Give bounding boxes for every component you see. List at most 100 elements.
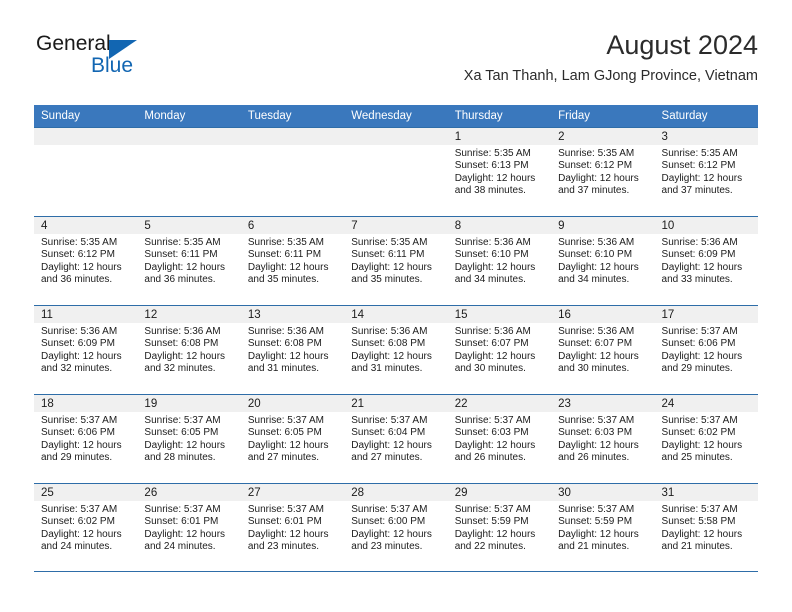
- daylight-text-line1: Daylight: 12 hours: [454, 261, 536, 273]
- page-header: General Blue August 2024 Xa Tan Thanh, L…: [34, 28, 758, 98]
- page-title: August 2024: [606, 30, 758, 60]
- day-cell[interactable]: 20 Sunrise: 5:37 AM Sunset: 6:05 PM Dayl…: [240, 395, 345, 483]
- sunrise-text: Sunrise: 5:37 AM: [454, 504, 531, 515]
- sunrise-text: Sunrise: 5:36 AM: [351, 326, 428, 337]
- sunset-text: Sunset: 6:02 PM: [41, 516, 115, 528]
- sunset-text: Sunset: 6:08 PM: [247, 338, 322, 350]
- day-cell[interactable]: 3 Sunrise: 5:35 AM Sunset: 6:12 PM Dayli…: [654, 128, 758, 216]
- sunrise-text: Sunrise: 5:35 AM: [454, 148, 531, 159]
- day-cell[interactable]: 8 Sunrise: 5:36 AM Sunset: 6:10 PM Dayli…: [447, 217, 552, 305]
- day-cell[interactable]: 19 Sunrise: 5:37 AM Sunset: 6:05 PM Dayl…: [137, 395, 241, 483]
- day-info: Sunrise: 5:35 AM Sunset: 6:13 PM Dayligh…: [448, 145, 551, 198]
- calendar-page: General Blue August 2024 Xa Tan Thanh, L…: [0, 0, 792, 612]
- day-info: Sunrise: 5:37 AM Sunset: 6:06 PM Dayligh…: [655, 323, 758, 376]
- sunrise-text: Sunrise: 5:37 AM: [144, 504, 221, 515]
- sunrise-text: Sunrise: 5:37 AM: [247, 504, 324, 515]
- day-cell[interactable]: 17 Sunrise: 5:37 AM Sunset: 6:06 PM Dayl…: [654, 306, 758, 394]
- day-number: 1: [447, 128, 552, 145]
- day-cell[interactable]: 16 Sunrise: 5:36 AM Sunset: 6:07 PM Dayl…: [551, 306, 655, 394]
- day-cell[interactable]: 31 Sunrise: 5:37 AM Sunset: 5:58 PM Dayl…: [654, 484, 758, 571]
- day-cell[interactable]: 1 Sunrise: 5:35 AM Sunset: 6:13 PM Dayli…: [447, 128, 552, 216]
- day-number: 10: [654, 217, 758, 234]
- day-number: 17: [654, 306, 758, 323]
- daylight-text-line1: Daylight: 12 hours: [41, 350, 122, 362]
- weekday-saturday: Saturday: [661, 110, 708, 122]
- day-number: 16: [551, 306, 655, 323]
- daylight-text-line2: and 27 minutes.: [247, 452, 320, 464]
- day-cell[interactable]: 10 Sunrise: 5:36 AM Sunset: 6:09 PM Dayl…: [654, 217, 758, 305]
- day-cell[interactable]: 14 Sunrise: 5:36 AM Sunset: 6:08 PM Dayl…: [344, 306, 448, 394]
- day-cell[interactable]: 30 Sunrise: 5:37 AM Sunset: 5:59 PM Dayl…: [551, 484, 655, 571]
- day-cell[interactable]: 13 Sunrise: 5:36 AM Sunset: 6:08 PM Dayl…: [240, 306, 345, 394]
- day-cell[interactable]: 6 Sunrise: 5:35 AM Sunset: 6:11 PM Dayli…: [240, 217, 345, 305]
- day-info: Sunrise: 5:36 AM Sunset: 6:09 PM Dayligh…: [34, 323, 137, 376]
- sunset-text: Sunset: 5:58 PM: [661, 516, 736, 528]
- daylight-text-line1: Daylight: 12 hours: [144, 350, 226, 362]
- daylight-text-line2: and 21 minutes.: [558, 541, 630, 553]
- day-cell[interactable]: 11 Sunrise: 5:36 AM Sunset: 6:09 PM Dayl…: [34, 306, 138, 394]
- sunrise-text: Sunrise: 5:36 AM: [144, 326, 221, 337]
- daylight-text-line2: and 24 minutes.: [144, 541, 216, 553]
- daylight-text-line2: and 32 minutes.: [144, 363, 216, 375]
- day-cell[interactable]: 4 Sunrise: 5:35 AM Sunset: 6:12 PM Dayli…: [34, 217, 138, 305]
- sunset-text: Sunset: 6:00 PM: [351, 516, 426, 528]
- day-cell[interactable]: 9 Sunrise: 5:36 AM Sunset: 6:10 PM Dayli…: [551, 217, 655, 305]
- title-block: August 2024 Xa Tan Thanh, Lam GJong Prov…: [464, 28, 758, 85]
- daylight-text-line2: and 29 minutes.: [41, 452, 113, 464]
- sunset-text: Sunset: 6:12 PM: [558, 160, 633, 172]
- sunset-text: Sunset: 6:06 PM: [41, 427, 115, 439]
- day-info: Sunrise: 5:36 AM Sunset: 6:08 PM Dayligh…: [344, 323, 447, 376]
- day-cell[interactable]: 15 Sunrise: 5:36 AM Sunset: 6:07 PM Dayl…: [447, 306, 552, 394]
- day-cell[interactable]: 25 Sunrise: 5:37 AM Sunset: 6:02 PM Dayl…: [34, 484, 138, 571]
- daylight-text-line1: Daylight: 12 hours: [144, 261, 226, 273]
- day-info: Sunrise: 5:37 AM Sunset: 5:59 PM Dayligh…: [551, 501, 654, 554]
- day-cell[interactable]: 2 Sunrise: 5:35 AM Sunset: 6:12 PM Dayli…: [551, 128, 655, 216]
- daylight-text-line1: Daylight: 12 hours: [41, 261, 122, 273]
- daylight-text-line2: and 37 minutes.: [661, 185, 733, 197]
- sunrise-text: Sunrise: 5:37 AM: [351, 415, 428, 426]
- day-info: Sunrise: 5:35 AM Sunset: 6:11 PM Dayligh…: [137, 234, 240, 287]
- logo-secondary-text: Blue: [91, 54, 134, 77]
- daylight-text-line1: Daylight: 12 hours: [661, 528, 743, 540]
- day-cell[interactable]: 7 Sunrise: 5:35 AM Sunset: 6:11 PM Dayli…: [344, 217, 448, 305]
- sunrise-text: Sunrise: 5:35 AM: [661, 148, 738, 159]
- day-cell[interactable]: 12 Sunrise: 5:36 AM Sunset: 6:08 PM Dayl…: [137, 306, 241, 394]
- day-cell[interactable]: 5 Sunrise: 5:35 AM Sunset: 6:11 PM Dayli…: [137, 217, 241, 305]
- daylight-text-line1: Daylight: 12 hours: [558, 528, 639, 540]
- day-cell[interactable]: 18 Sunrise: 5:37 AM Sunset: 6:06 PM Dayl…: [34, 395, 138, 483]
- day-cell[interactable]: 22 Sunrise: 5:37 AM Sunset: 6:03 PM Dayl…: [447, 395, 552, 483]
- day-cell[interactable]: 23 Sunrise: 5:37 AM Sunset: 6:03 PM Dayl…: [551, 395, 655, 483]
- sunset-text: Sunset: 6:12 PM: [661, 160, 736, 172]
- daylight-text-line2: and 28 minutes.: [144, 452, 216, 464]
- week-row: 11 Sunrise: 5:36 AM Sunset: 6:09 PM Dayl…: [34, 305, 758, 394]
- day-cell[interactable]: 26 Sunrise: 5:37 AM Sunset: 6:01 PM Dayl…: [137, 484, 241, 571]
- day-number: [240, 128, 345, 145]
- daylight-text-line1: Daylight: 12 hours: [661, 172, 743, 184]
- sunrise-text: Sunrise: 5:37 AM: [144, 415, 221, 426]
- sunset-text: Sunset: 6:05 PM: [144, 427, 219, 439]
- daylight-text-line2: and 29 minutes.: [661, 363, 733, 375]
- weekday-thursday: Thursday: [454, 110, 503, 122]
- sunrise-text: Sunrise: 5:37 AM: [41, 504, 118, 515]
- day-number: 14: [344, 306, 448, 323]
- daylight-text-line2: and 36 minutes.: [144, 274, 216, 286]
- day-number: 30: [551, 484, 655, 501]
- day-cell[interactable]: 24 Sunrise: 5:37 AM Sunset: 6:02 PM Dayl…: [654, 395, 758, 483]
- week-row: 1 Sunrise: 5:35 AM Sunset: 6:13 PM Dayli…: [34, 127, 758, 216]
- sunset-text: Sunset: 6:12 PM: [41, 249, 115, 261]
- daylight-text-line2: and 34 minutes.: [454, 274, 526, 286]
- daylight-text-line2: and 26 minutes.: [558, 452, 630, 464]
- day-cell: [344, 128, 448, 216]
- sunrise-text: Sunrise: 5:37 AM: [661, 504, 738, 515]
- generalblue-logo[interactable]: General Blue: [34, 32, 234, 88]
- day-cell[interactable]: 28 Sunrise: 5:37 AM Sunset: 6:00 PM Dayl…: [344, 484, 448, 571]
- daylight-text-line2: and 23 minutes.: [247, 541, 320, 553]
- day-number: 2: [551, 128, 655, 145]
- daylight-text-line1: Daylight: 12 hours: [247, 350, 329, 362]
- day-cell[interactable]: 21 Sunrise: 5:37 AM Sunset: 6:04 PM Dayl…: [344, 395, 448, 483]
- day-cell[interactable]: 27 Sunrise: 5:37 AM Sunset: 6:01 PM Dayl…: [240, 484, 345, 571]
- day-number: 28: [344, 484, 448, 501]
- sunset-text: Sunset: 6:09 PM: [41, 338, 115, 350]
- day-cell[interactable]: 29 Sunrise: 5:37 AM Sunset: 5:59 PM Dayl…: [447, 484, 552, 571]
- sunrise-text: Sunrise: 5:37 AM: [351, 504, 428, 515]
